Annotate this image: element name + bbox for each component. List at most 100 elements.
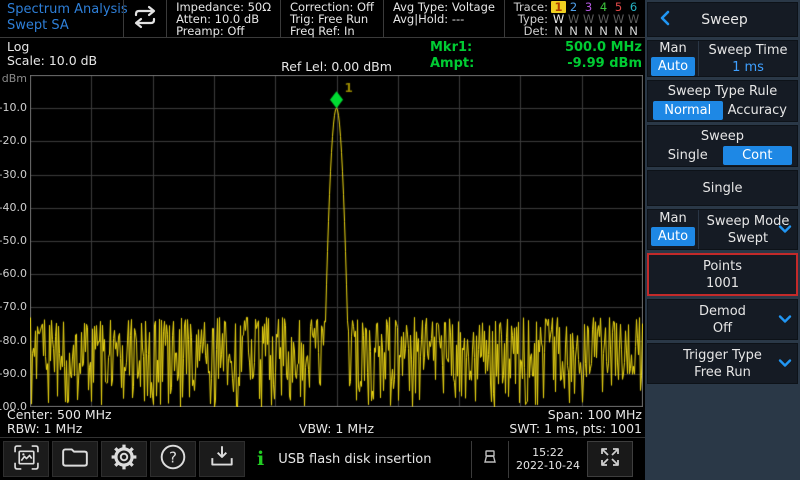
clock[interactable]: 15:22 2022-10-24 <box>512 446 584 472</box>
avg-hold-value: Avg|Hold: --- <box>393 13 495 25</box>
sweep-menu-sidebar: Sweep Man Auto Sweep Time 1 ms Sweep Typ… <box>645 0 800 480</box>
mode-title[interactable]: Spectrum Analysis Swept SA <box>0 0 123 37</box>
spectrum-chart[interactable] <box>30 75 643 407</box>
save-button[interactable] <box>199 441 245 477</box>
sweep-time-value: 1 ms <box>732 59 764 76</box>
sweep-type-rule-label: Sweep Type Rule <box>648 81 797 101</box>
swt-readout[interactable]: SWT: 1 ms, pts: 1001 <box>509 422 642 436</box>
marker-ampt-value: -9.99 dBm <box>567 56 642 72</box>
y-tick-label: -50.0 <box>0 234 27 248</box>
y-tick-label: -90.0 <box>0 367 27 381</box>
back-button[interactable] <box>648 10 682 30</box>
sweep-mode-auto-option[interactable]: Auto <box>651 227 695 246</box>
points-value: 1001 <box>706 275 739 292</box>
chevron-down-icon <box>778 312 792 327</box>
status-message: USB flash disk insertion <box>278 452 431 467</box>
continuous-sweep-button[interactable] <box>124 0 166 37</box>
trace-row-label: Det: <box>511 25 551 37</box>
input-settings[interactable]: Impedance: 50Ω Atten: 10.0 dB Preamp: Of… <box>167 0 280 37</box>
points-tile[interactable]: Points 1001 <box>647 253 798 296</box>
trigger-type-value: Free Run <box>694 364 751 381</box>
chevron-left-icon <box>659 10 671 30</box>
single-sweep-tile[interactable]: Single <box>647 170 798 206</box>
preamp-value: Preamp: Off <box>176 25 271 37</box>
marker-readout[interactable]: Mkr1: 500.0 MHz Ampt: -9.99 dBm <box>430 40 642 72</box>
menu-title: Sweep <box>682 12 767 28</box>
sweep-type-accuracy-option[interactable]: Accuracy <box>723 101 793 120</box>
trace-status-table[interactable]: Trace:123456Type:WWWWWWDet:NNNNNN <box>504 0 645 37</box>
sweep-label: Sweep <box>648 126 797 146</box>
status-bar: ? i USB flash disk insertion <box>0 437 645 480</box>
sweep-mode-tile[interactable]: Man Auto Sweep Mode Swept <box>647 209 798 250</box>
chevron-down-icon <box>778 222 792 237</box>
time-value: 15:22 <box>512 446 584 459</box>
date-value: 2022-10-24 <box>512 459 584 472</box>
trigger-type-tile[interactable]: Trigger Type Free Run <box>647 343 798 384</box>
marker-ampt-label: Ampt: <box>430 56 474 72</box>
trigger-settings[interactable]: Correction: Off Trig: Free Run Freq Ref:… <box>281 0 383 37</box>
info-icon: i <box>257 448 264 470</box>
marker-name: Mkr1: <box>430 40 472 56</box>
avg-settings[interactable]: Avg Type: Voltage Avg|Hold: --- <box>384 0 504 37</box>
y-tick-label: -20.0 <box>0 134 27 148</box>
trace-det-2[interactable]: N <box>566 25 581 37</box>
sidebar-header: Sweep <box>647 2 798 37</box>
trace-det-4[interactable]: N <box>596 25 611 37</box>
marker-freq: 500.0 MHz <box>565 40 642 56</box>
y-tick-label: -30.0 <box>0 168 27 182</box>
settings-button[interactable] <box>101 441 147 477</box>
expand-icon <box>597 444 623 474</box>
help-icon: ? <box>159 443 187 475</box>
screenshot-icon <box>13 444 40 475</box>
trace-canvas[interactable] <box>30 75 643 407</box>
screenshot-button[interactable] <box>3 441 49 477</box>
demod-label: Demod <box>699 303 746 320</box>
demod-tile[interactable]: Demod Off <box>647 299 798 340</box>
sweep-type-normal-option[interactable]: Normal <box>653 101 723 120</box>
y-tick-label: -10.0 <box>0 101 27 115</box>
scale-row: Log Scale: 10.0 dB Ref Lel: 0.00 dBm Mkr… <box>0 39 645 75</box>
y-tick-label: -40.0 <box>0 201 27 215</box>
demod-value: Off <box>713 320 732 337</box>
mode-title-line1: Spectrum Analysis <box>7 2 123 18</box>
sweep-time-label: Sweep Time <box>708 42 787 59</box>
sweep-mode-value: Swept <box>728 230 768 247</box>
freq-ref-value: Freq Ref: In <box>290 25 374 37</box>
trace-det-6[interactable]: N <box>626 25 641 37</box>
trace-det-1[interactable]: N <box>551 25 566 37</box>
sweep-type-rule-tile: Sweep Type Rule Normal Accuracy <box>647 80 798 122</box>
usb-drive-indicator[interactable] <box>475 449 505 469</box>
single-sweep-button[interactable]: Single <box>648 171 797 205</box>
log-label: Log <box>7 40 97 54</box>
divider <box>471 441 472 478</box>
trace-det-3[interactable]: N <box>581 25 596 37</box>
sweep-mode-man-option[interactable]: Man <box>648 210 698 226</box>
file-browser-button[interactable] <box>52 441 98 477</box>
sweep-single-option[interactable]: Single <box>653 146 723 165</box>
trace-det-5[interactable]: N <box>611 25 626 37</box>
usb-drive-icon <box>481 449 499 469</box>
gear-icon <box>110 443 138 475</box>
main-area: Spectrum Analysis Swept SA Impedance: 50… <box>0 0 645 480</box>
svg-text:?: ? <box>169 448 177 466</box>
sweep-mode-label: Sweep Mode <box>707 213 790 230</box>
trigger-type-label: Trigger Type <box>683 347 762 364</box>
points-label: Points <box>703 258 742 275</box>
folder-icon <box>61 445 89 473</box>
sweep-time-auto-option[interactable]: Auto <box>651 57 695 76</box>
y-tick-label: -80.0 <box>0 334 27 348</box>
mode-title-line2: Swept SA <box>7 18 123 34</box>
sweep-time-tile[interactable]: Man Auto Sweep Time 1 ms <box>647 40 798 77</box>
save-icon <box>208 444 236 474</box>
y-axis-labels: dBm-10.0-20.0-30.0-40.0-50.0-60.0-70.0-8… <box>0 75 28 415</box>
chevron-down-icon <box>778 356 792 371</box>
span-readout[interactable]: Span: 100 MHz <box>509 408 642 422</box>
fullscreen-button[interactable] <box>587 441 633 477</box>
help-button[interactable]: ? <box>150 441 196 477</box>
y-tick-label: -70.0 <box>0 300 27 314</box>
center-freq-readout[interactable]: Center: 500 MHz <box>7 408 112 422</box>
divider <box>508 441 509 478</box>
sweep-time-man-option[interactable]: Man <box>648 41 698 56</box>
spectrum-analyzer-screen: Spectrum Analysis Swept SA Impedance: 50… <box>0 0 800 480</box>
sweep-cont-option[interactable]: Cont <box>723 146 793 165</box>
